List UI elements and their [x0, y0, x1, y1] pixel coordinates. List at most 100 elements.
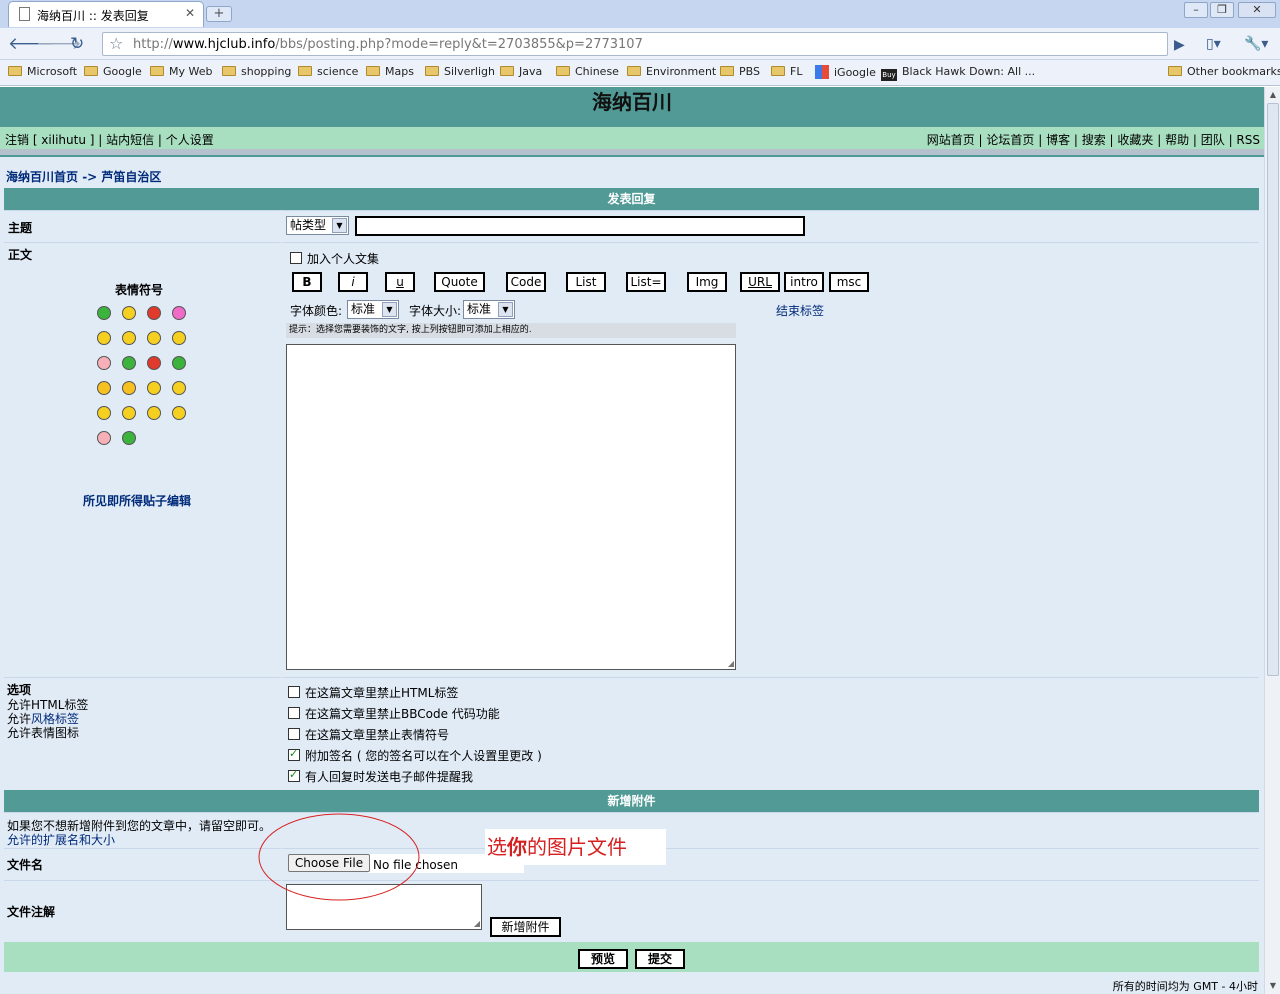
smiley-cool-icon[interactable]: [147, 331, 161, 345]
breadcrumb-forum-link[interactable]: 芦笛自治区: [101, 170, 161, 184]
bookmark-google[interactable]: Google: [84, 65, 142, 78]
checkbox[interactable]: [288, 768, 300, 782]
underline-button[interactable]: u: [385, 272, 415, 292]
list-button[interactable]: List: [566, 272, 606, 292]
url-button[interactable]: URL: [740, 272, 780, 292]
post-type-select[interactable]: 帖类型 ▼: [286, 216, 349, 235]
bookmark-chinese[interactable]: Chinese: [556, 65, 619, 78]
smiley-embarrassed-icon[interactable]: [147, 356, 161, 370]
quote-button[interactable]: Quote: [434, 272, 485, 292]
scrollbar-thumb[interactable]: [1267, 103, 1279, 676]
vertical-scrollbar[interactable]: ▲ ▼: [1264, 87, 1280, 994]
smiley-razz-icon[interactable]: [122, 356, 136, 370]
scroll-up-icon[interactable]: ▲: [1266, 88, 1280, 102]
smiley-mrgreen-icon[interactable]: [122, 431, 136, 445]
divider: [0, 155, 1264, 157]
allowed-extensions-link[interactable]: 允许的扩展名和大小: [7, 831, 115, 848]
message-textarea[interactable]: ◢: [286, 344, 736, 670]
page-content: 海纳百川 注销 [ xilihutu ] | 站内短信 | 个人设置 网站首页 …: [0, 87, 1264, 994]
wrench-menu-icon[interactable]: 🔧▾: [1244, 36, 1268, 52]
bookmark-silverlight[interactable]: Silverligh: [425, 65, 495, 78]
smiley-twisted-icon[interactable]: [122, 381, 136, 395]
smiley-evil-icon[interactable]: [97, 381, 111, 395]
folder-icon: [500, 66, 514, 76]
bookmark-science[interactable]: science: [298, 65, 358, 78]
submit-button[interactable]: 提交: [635, 949, 685, 969]
subject-input[interactable]: [355, 216, 805, 236]
smiley-surprised-icon[interactable]: [172, 306, 186, 320]
browser-tab[interactable]: 海纳百川 :: 发表回复 ✕: [8, 1, 204, 27]
smiley-sad-icon[interactable]: [147, 306, 161, 320]
smiley-neutral-icon[interactable]: [97, 431, 111, 445]
font-color-select[interactable]: 标准 ▼: [347, 300, 399, 319]
close-tab-icon[interactable]: ✕: [185, 6, 195, 20]
option-disable-bbcode[interactable]: 在这篇文章里禁止BBCode 代码功能: [288, 705, 500, 722]
breadcrumb-home-link[interactable]: 海纳百川首页: [6, 170, 78, 184]
resize-handle-icon[interactable]: ◢: [728, 659, 734, 668]
bookmark-blackhawk[interactable]: Buy Black Hawk Down: All ...: [881, 65, 1035, 81]
bold-button[interactable]: B: [292, 272, 322, 292]
list-ordered-button[interactable]: List=: [626, 272, 666, 292]
bookmark-myweb[interactable]: My Web: [150, 65, 212, 78]
subject-label-cell: [4, 210, 281, 241]
checkbox[interactable]: [290, 252, 302, 264]
reload-icon[interactable]: ↻: [70, 34, 84, 54]
smiley-crying-icon[interactable]: [172, 356, 186, 370]
preview-button[interactable]: 预览: [578, 949, 628, 969]
option-disable-html[interactable]: 在这篇文章里禁止HTML标签: [288, 684, 458, 701]
subject-label: 主题: [8, 221, 33, 235]
italic-button[interactable]: i: [338, 272, 368, 292]
checkbox[interactable]: [288, 728, 300, 740]
close-window-icon[interactable]: ✕: [1238, 2, 1276, 18]
scroll-down-icon[interactable]: ▼: [1266, 979, 1280, 993]
bookmark-java[interactable]: Java: [500, 65, 542, 78]
smiley-question-icon[interactable]: [122, 406, 136, 420]
wysiwyg-editor-link[interactable]: 所见即所得贴子编辑: [83, 492, 191, 509]
option-notify-reply[interactable]: 有人回复时发送电子邮件提醒我: [288, 768, 473, 785]
address-bar[interactable]: ☆ http://www.hjclub.info/bbs/posting.php…: [102, 32, 1168, 56]
bookmark-maps[interactable]: Maps: [366, 65, 414, 78]
intro-button[interactable]: intro: [784, 272, 824, 292]
bookmark-environment[interactable]: Environment: [627, 65, 716, 78]
bookmark-fl[interactable]: FL: [771, 65, 802, 78]
smiley-shocked-icon[interactable]: [97, 331, 111, 345]
smiley-arrow-icon[interactable]: [172, 406, 186, 420]
page-menu-icon[interactable]: ▯▾: [1206, 36, 1221, 52]
user-nav-links[interactable]: 注销 [ xilihutu ] | 站内短信 | 个人设置: [5, 131, 214, 148]
smiley-confused-icon[interactable]: [122, 331, 136, 345]
bookmark-star-icon[interactable]: ☆: [109, 34, 123, 53]
smiley-rolleyes-icon[interactable]: [147, 381, 161, 395]
bookmark-shopping[interactable]: shopping: [222, 65, 291, 78]
smiley-grin-icon[interactable]: [97, 306, 111, 320]
img-button[interactable]: Img: [687, 272, 727, 292]
minimize-icon[interactable]: –: [1184, 2, 1208, 18]
new-tab-button[interactable]: +: [206, 6, 232, 22]
bookmark-other[interactable]: Other bookmarks: [1168, 65, 1280, 78]
restore-icon[interactable]: ❐: [1210, 2, 1234, 18]
bookmark-microsoft[interactable]: Microsoft: [8, 65, 77, 78]
option-attach-signature[interactable]: 附加签名 ( 您的签名可以在个人设置里更改 ): [288, 747, 542, 764]
smiley-idea-icon[interactable]: [147, 406, 161, 420]
go-icon[interactable]: ▶: [1174, 37, 1185, 53]
add-collection-checkbox[interactable]: 加入个人文集: [290, 250, 379, 267]
close-tags-link[interactable]: 结束标签: [776, 302, 824, 319]
smiley-wink-icon[interactable]: [172, 381, 186, 395]
smiley-smile-icon[interactable]: [122, 306, 136, 320]
resize-handle-icon[interactable]: ◢: [474, 919, 480, 928]
font-size-select[interactable]: 标准 ▼: [463, 300, 515, 319]
smiley-exclaim-icon[interactable]: [97, 406, 111, 420]
checkbox[interactable]: [288, 686, 300, 698]
checkbox[interactable]: [288, 747, 300, 761]
font-size-value: 标准: [467, 302, 492, 316]
smiley-laughing-icon[interactable]: [172, 331, 186, 345]
bookmark-pbs[interactable]: PBS: [720, 65, 760, 78]
bookmark-igoogle[interactable]: iGoogle: [815, 65, 876, 79]
msc-button[interactable]: msc: [829, 272, 869, 292]
option-disable-smilies[interactable]: 在这篇文章里禁止表情符号: [288, 726, 449, 743]
checkbox[interactable]: [288, 707, 300, 719]
code-button[interactable]: Code: [506, 272, 546, 292]
smiley-mad-icon[interactable]: [97, 356, 111, 370]
add-attachment-button[interactable]: 新增附件: [490, 917, 561, 937]
attach-section-header: 新增附件: [4, 790, 1259, 812]
site-nav-links[interactable]: 网站首页 | 论坛首页 | 博客 | 搜索 | 收藏夹 | 帮助 | 团队 | …: [927, 131, 1260, 148]
